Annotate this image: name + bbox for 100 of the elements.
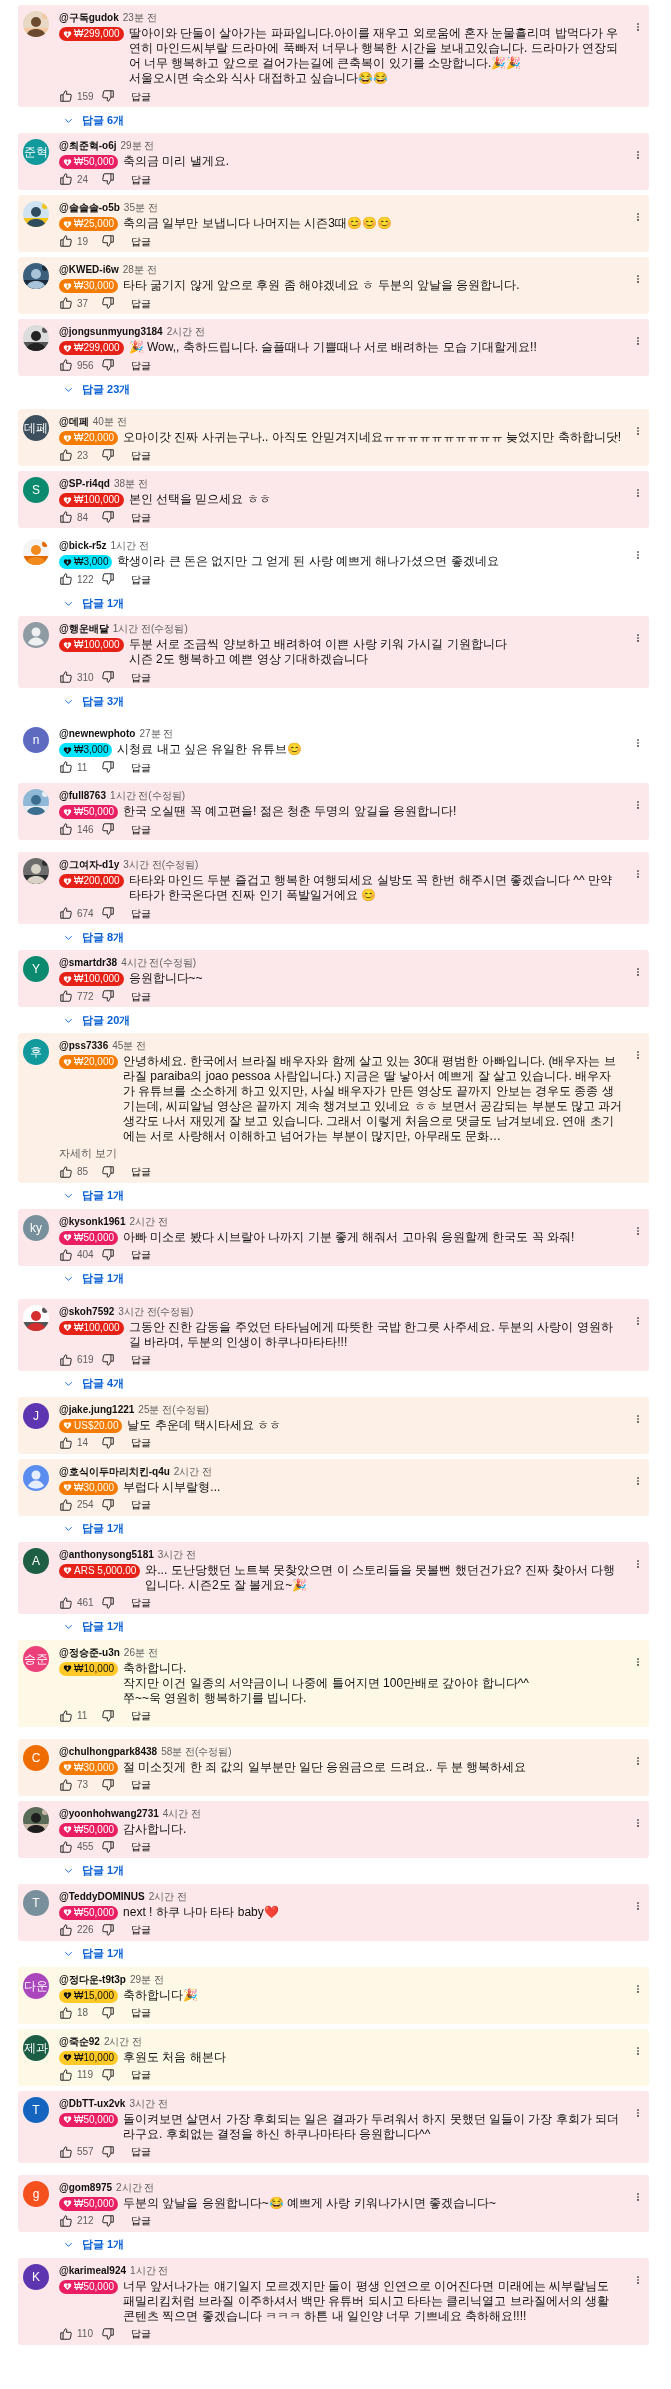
reply-button[interactable]: 답글 [131,1777,151,1792]
thumbs-up-icon[interactable] [59,822,73,836]
username[interactable]: @KWED-i6w [59,263,119,276]
reply-button[interactable]: 답글 [131,1435,151,1450]
thumbs-up-icon[interactable] [59,2144,73,2159]
reply-button[interactable]: 답글 [131,821,151,837]
reply-button[interactable]: 답글 [131,571,151,587]
reply-button[interactable]: 답글 [131,2213,151,2228]
thumbs-up-icon[interactable] [59,1777,73,1792]
thumbs-up-icon[interactable] [59,1922,73,1937]
thumbs-down-icon[interactable] [101,572,115,586]
thumbs-down-icon[interactable] [101,1777,115,1792]
thumbs-down-icon[interactable] [101,1164,115,1179]
thumbs-up-icon[interactable] [59,1435,73,1450]
replies-toggle[interactable]: 답글 1개 [63,1520,125,1537]
username[interactable]: @행운배달 [59,622,109,635]
username[interactable]: @데페 [59,415,89,428]
username[interactable]: @skoh7592 [59,1304,115,1318]
thumbs-down-icon[interactable] [101,89,115,103]
username[interactable]: @죽순92 [59,2034,100,2048]
thumbs-up-icon[interactable] [59,296,73,310]
replies-toggle[interactable]: 답글 23개 [63,381,131,397]
thumbs-up-icon[interactable] [59,1497,73,1512]
thumbs-up-icon[interactable] [59,358,73,372]
thumbs-down-icon[interactable] [101,1497,115,1512]
username[interactable]: @jake.jung1221 [59,1402,135,1416]
thumbs-up-icon[interactable] [59,1839,73,1854]
thumbs-up-icon[interactable] [59,2005,73,2020]
replies-toggle[interactable]: 답글 1개 [63,595,125,611]
replies-toggle[interactable]: 답글 6개 [63,112,125,128]
username[interactable]: @jongsunmyung3184 [59,325,163,338]
username[interactable]: @smartdr38 [59,956,118,969]
reply-button[interactable]: 답글 [131,988,151,1004]
thumbs-down-icon[interactable] [101,1922,115,1937]
reply-button[interactable]: 답글 [131,669,151,685]
username[interactable]: @full8763 [59,789,106,802]
thumbs-down-icon[interactable] [101,510,115,524]
thumbs-down-icon[interactable] [101,2005,115,2020]
thumbs-down-icon[interactable] [101,1352,115,1367]
replies-toggle[interactable]: 답글 20개 [63,1012,131,1028]
reply-button[interactable]: 답글 [131,295,151,311]
thumbs-down-icon[interactable] [101,448,115,462]
thumbs-up-icon[interactable] [59,2213,73,2228]
thumbs-down-icon[interactable] [101,906,115,920]
thumbs-down-icon[interactable] [101,989,115,1003]
thumbs-down-icon[interactable] [101,1708,115,1723]
thumbs-down-icon[interactable] [101,2067,115,2082]
thumbs-down-icon[interactable] [101,172,115,186]
thumbs-down-icon[interactable] [101,1595,115,1610]
replies-toggle[interactable]: 답글 3개 [63,693,125,709]
thumbs-down-icon[interactable] [101,296,115,310]
replies-toggle[interactable]: 답글 1개 [63,1618,125,1635]
replies-toggle[interactable]: 답글 1개 [63,1945,125,1962]
reply-button[interactable]: 답글 [131,233,151,249]
thumbs-up-icon[interactable] [59,670,73,684]
username[interactable]: @yoonhohwang2731 [59,1806,159,1820]
reply-button[interactable]: 답글 [131,509,151,525]
thumbs-up-icon[interactable] [59,172,73,186]
replies-toggle[interactable]: 답글 1개 [63,1270,125,1287]
thumbs-up-icon[interactable] [59,448,73,462]
thumbs-up-icon[interactable] [59,989,73,1003]
username[interactable]: @솔솔솔-o5b [59,201,120,214]
thumbs-up-icon[interactable] [59,760,73,774]
reply-button[interactable]: 답글 [131,2144,151,2159]
reply-button[interactable]: 답글 [131,447,151,463]
thumbs-up-icon[interactable] [59,234,73,248]
replies-toggle[interactable]: 답글 4개 [63,1375,125,1392]
reply-button[interactable]: 답글 [131,905,151,921]
thumbs-up-icon[interactable] [59,2326,73,2341]
thumbs-down-icon[interactable] [101,760,115,774]
thumbs-down-icon[interactable] [101,2213,115,2228]
thumbs-down-icon[interactable] [101,358,115,372]
reply-button[interactable]: 답글 [131,1247,151,1262]
reply-button[interactable]: 답글 [131,1839,151,1854]
thumbs-down-icon[interactable] [101,234,115,248]
thumbs-down-icon[interactable] [101,1435,115,1450]
username[interactable]: @정승준-u3n [59,1645,120,1659]
thumbs-down-icon[interactable] [101,670,115,684]
thumbs-up-icon[interactable] [59,572,73,586]
reply-button[interactable]: 답글 [131,1497,151,1512]
reply-button[interactable]: 답글 [131,1164,151,1179]
username[interactable]: @newnewphoto [59,727,136,740]
reply-button[interactable]: 답글 [131,1708,151,1723]
thumbs-up-icon[interactable] [59,906,73,920]
username[interactable]: @최준혁-o6j [59,139,117,152]
reply-button[interactable]: 답글 [131,171,151,187]
username[interactable]: @anthonysong5181 [59,1547,154,1561]
thumbs-down-icon[interactable] [101,1839,115,1854]
replies-toggle[interactable]: 답글 1개 [63,2236,125,2253]
username[interactable]: @DbTT-ux2vk [59,2096,126,2110]
username[interactable]: @호식이두마리치킨-q4u [59,1464,170,1478]
replies-toggle[interactable]: 답글 8개 [63,929,125,945]
thumbs-down-icon[interactable] [101,1247,115,1262]
username[interactable]: @kysonk1961 [59,1214,126,1228]
thumbs-up-icon[interactable] [59,2067,73,2082]
reply-button[interactable]: 답글 [131,2005,151,2020]
username[interactable]: @구독gudok [59,11,119,24]
reply-button[interactable]: 답글 [131,759,151,775]
username[interactable]: @SP-ri4qd [59,477,110,490]
username[interactable]: @bick-r5z [59,539,107,552]
